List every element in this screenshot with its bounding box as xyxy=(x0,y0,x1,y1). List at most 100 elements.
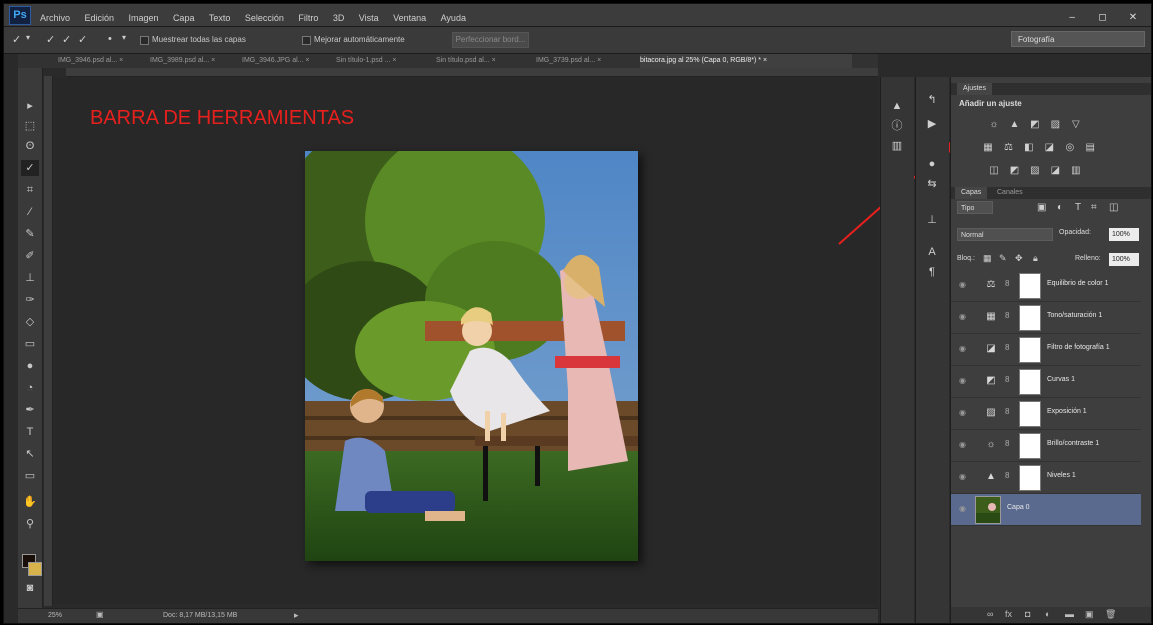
navigator-icon[interactable]: ▥ xyxy=(889,139,905,153)
layer-mask-thumbnail[interactable] xyxy=(1019,369,1041,395)
pixel-filter-icon[interactable]: ▣ xyxy=(1037,201,1046,214)
crop-tool-icon[interactable]: ⌗ xyxy=(21,182,39,198)
color-balance-icon[interactable]: ⚖ xyxy=(1001,142,1015,154)
visibility-eye-icon[interactable]: ◉ xyxy=(959,280,966,289)
brush-size-icon[interactable]: • xyxy=(108,33,112,45)
add-mask-icon[interactable]: ◘ xyxy=(1025,609,1030,619)
layer-filter-select[interactable]: Tipo xyxy=(957,201,993,214)
quick-selection-tool-icon[interactable]: ✓ xyxy=(21,160,39,176)
eraser-tool-icon[interactable]: ◇ xyxy=(21,314,39,330)
threshold-icon[interactable]: ▨ xyxy=(1028,165,1042,177)
layer-name[interactable]: Tono/saturación 1 xyxy=(1047,312,1102,319)
fill-input[interactable]: 100% xyxy=(1109,253,1139,266)
menu-ventana[interactable]: Ventana xyxy=(393,13,426,23)
background-color-swatch[interactable] xyxy=(28,562,42,576)
visibility-eye-icon[interactable]: ◉ xyxy=(959,504,966,513)
visibility-eye-icon[interactable]: ◉ xyxy=(959,312,966,321)
smart-object-filter-icon[interactable]: ◫ xyxy=(1109,201,1118,214)
layer-name[interactable]: Brillo/contraste 1 xyxy=(1047,440,1099,447)
menu-ayuda[interactable]: Ayuda xyxy=(441,13,466,23)
visibility-eye-icon[interactable]: ◉ xyxy=(959,472,966,481)
hue-saturation-icon[interactable]: ▦ xyxy=(981,142,995,154)
trash-icon[interactable]: 🗑︎ xyxy=(1105,609,1116,620)
status-menu-arrow-icon[interactable]: ▸ xyxy=(294,610,299,621)
gradient-tool-icon[interactable]: ▭ xyxy=(21,336,39,352)
status-info-icon[interactable]: ▣ xyxy=(96,610,104,619)
tab-ajustes[interactable]: Ajustes xyxy=(957,83,992,95)
color-lookup-icon[interactable]: ▤ xyxy=(1083,142,1097,154)
maximize-button[interactable]: ◻ xyxy=(1091,10,1115,25)
layer-row[interactable]: ◉ ▦ 8 Tono/saturación 1 xyxy=(951,302,1141,334)
subtract-selection-icon[interactable]: ✓ xyxy=(78,33,87,46)
menu-seleccion[interactable]: Selección xyxy=(245,13,284,23)
clone-source-icon[interactable]: ⇆ xyxy=(924,177,940,191)
clone-stamp-tool-icon[interactable]: ⊥ xyxy=(21,270,39,286)
path-selection-tool-icon[interactable]: ↖ xyxy=(21,446,39,462)
sample-all-layers-checkbox[interactable] xyxy=(140,36,149,45)
brush-size-dropdown-icon[interactable]: ▾ xyxy=(122,33,126,42)
zoom-level[interactable]: 25% xyxy=(48,612,62,619)
new-selection-icon[interactable]: ✓ xyxy=(46,33,55,46)
history-brush-tool-icon[interactable]: ✑ xyxy=(21,292,39,308)
document-tab[interactable]: IMG_3946.JPG al... × xyxy=(242,54,327,68)
layer-row[interactable]: ◉ ⚖ 8 Equilibrio de color 1 xyxy=(951,270,1141,302)
type-filter-icon[interactable]: T xyxy=(1075,201,1081,214)
eyedropper-tool-icon[interactable]: ⁄ xyxy=(21,204,39,220)
dodge-tool-icon[interactable]: ◔ xyxy=(21,380,39,396)
move-tool-icon[interactable]: ▸ xyxy=(21,98,39,114)
layer-row[interactable]: ◉ ▲ 8 Niveles 1 xyxy=(951,462,1141,494)
levels-icon[interactable]: ▲ xyxy=(1007,119,1021,131)
blend-mode-select[interactable]: Normal xyxy=(957,228,1053,241)
exposure-icon[interactable]: ▨ xyxy=(1048,119,1062,131)
layer-mask-thumbnail[interactable] xyxy=(1019,305,1041,331)
histogram-icon[interactable]: ▲ xyxy=(889,99,905,113)
layer-name[interactable]: Curvas 1 xyxy=(1047,376,1075,383)
menu-texto[interactable]: Texto xyxy=(209,13,231,23)
brightness-contrast-icon[interactable]: ☼ xyxy=(987,119,1001,131)
new-group-icon[interactable]: ▬ xyxy=(1065,609,1074,619)
menu-archivo[interactable]: Archivo xyxy=(40,13,70,23)
layer-mask-thumbnail[interactable] xyxy=(1019,273,1041,299)
layer-thumbnail[interactable] xyxy=(975,496,1001,524)
layer-style-icon[interactable]: fx xyxy=(1005,609,1012,619)
auto-enhance-checkbox[interactable] xyxy=(302,36,311,45)
workspace-select[interactable]: Fotografía xyxy=(1011,31,1145,47)
link-layers-icon[interactable]: ∞ xyxy=(987,609,993,619)
brush-presets-icon[interactable]: ● xyxy=(924,157,940,171)
layer-mask-thumbnail[interactable] xyxy=(1019,433,1041,459)
close-button[interactable]: ✕ xyxy=(1121,10,1145,25)
layer-row[interactable]: ◉ ◪ 8 Filtro de fotografía 1 xyxy=(951,334,1141,366)
document-tab[interactable]: IMG_3946.psd al... × xyxy=(58,54,138,68)
layer-mask-thumbnail[interactable] xyxy=(1019,337,1041,363)
chain-link-icon[interactable]: 8 xyxy=(1005,311,1009,320)
document-tab-active[interactable]: bitacora.jpg al 25% (Capa 0, RGB/8*) * × xyxy=(640,54,852,68)
layer-name[interactable]: Equilibrio de color 1 xyxy=(1047,280,1108,287)
menu-imagen[interactable]: Imagen xyxy=(128,13,158,23)
lock-position-icon[interactable]: ✥ xyxy=(1015,253,1023,264)
visibility-eye-icon[interactable]: ◉ xyxy=(959,344,966,353)
layer-row[interactable]: ◉ ▨ 8 Exposición 1 xyxy=(951,398,1141,430)
layer-name[interactable]: Exposición 1 xyxy=(1047,408,1087,415)
pen-tool-icon[interactable]: ✒ xyxy=(21,402,39,418)
chain-link-icon[interactable]: 8 xyxy=(1005,439,1009,448)
gradient-map-icon[interactable]: ◪ xyxy=(1048,165,1062,177)
layer-name[interactable]: Capa 0 xyxy=(1007,504,1030,511)
type-tool-icon[interactable]: T xyxy=(21,424,39,440)
chain-link-icon[interactable]: 8 xyxy=(1005,279,1009,288)
chevron-down-icon[interactable]: ▾ xyxy=(26,33,30,42)
visibility-eye-icon[interactable]: ◉ xyxy=(959,408,966,417)
chain-link-icon[interactable]: 8 xyxy=(1005,407,1009,416)
chain-link-icon[interactable]: 8 xyxy=(1005,471,1009,480)
marquee-tool-icon[interactable]: ⬚ xyxy=(21,118,39,134)
tab-capas[interactable]: Capas xyxy=(955,187,988,199)
lasso-tool-icon[interactable]: ʘ xyxy=(21,138,39,154)
opacity-input[interactable]: 100% xyxy=(1109,228,1139,241)
layer-mask-thumbnail[interactable] xyxy=(1019,401,1041,427)
lock-image-icon[interactable]: ✎ xyxy=(999,253,1007,264)
menu-edicion[interactable]: Edición xyxy=(84,13,114,23)
paragraph-icon[interactable]: ¶ xyxy=(924,265,940,279)
menu-filtro[interactable]: Filtro xyxy=(298,13,318,23)
selective-color-icon[interactable]: ▥ xyxy=(1069,165,1083,177)
hand-tool-icon[interactable]: ✋ xyxy=(21,494,39,510)
history-icon[interactable]: ↰ xyxy=(924,93,940,107)
